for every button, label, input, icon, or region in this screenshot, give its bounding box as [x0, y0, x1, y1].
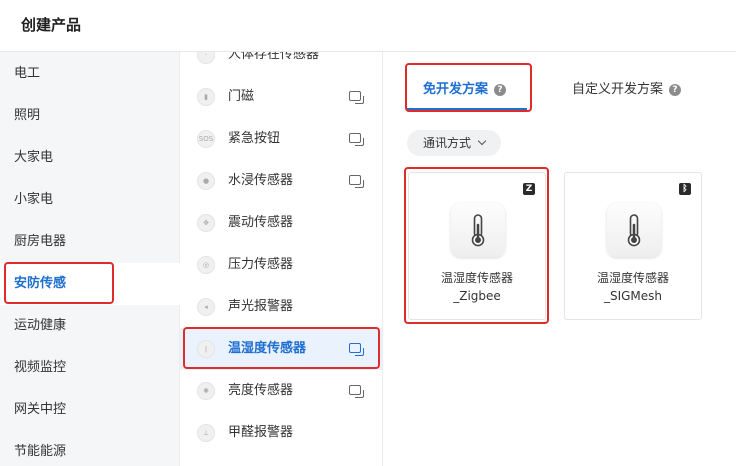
product-card-sigmesh[interactable]: ᛒ 温湿度传感器 _SIGMesh: [564, 172, 702, 320]
product-name-line2: _Zigbee: [453, 289, 501, 303]
page-title: 创建产品: [21, 16, 82, 34]
tab-custom-solution[interactable]: 自定义开发方案?: [572, 78, 682, 97]
subcategory-label: 水浸传感器: [228, 173, 294, 188]
sun-icon: ✺: [197, 382, 215, 400]
filter-label: 通讯方式: [423, 136, 472, 150]
subcategory-item-emergency-button[interactable]: SOS 紧急按钮: [180, 118, 382, 160]
pressure-gauge-icon: ◎: [197, 256, 215, 274]
help-icon[interactable]: ?: [669, 84, 682, 96]
sos-icon: SOS: [197, 130, 215, 148]
tab-no-code-solution[interactable]: 免开发方案?: [423, 78, 507, 97]
subcategory-item-water-leak-sensor[interactable]: ● 水浸传感器: [180, 160, 382, 202]
subcategory-label: 紧急按钮: [228, 131, 281, 146]
category-label: 运动健康: [14, 318, 67, 333]
category-label: 电工: [14, 66, 41, 81]
subcategory-label: 人体存在传感器: [228, 52, 320, 62]
thermometer-icon: [607, 203, 661, 257]
product-card-zigbee[interactable]: Z 温湿度传感器 _Zigbee: [408, 172, 546, 320]
category-sidebar: 电工 照明 大家电 小家电 厨房电器 安防传感 运动健康 视频监控 网关中控 节…: [0, 52, 180, 466]
product-name-line1: 温湿度传感器: [440, 271, 513, 285]
chat-icon[interactable]: [349, 175, 364, 188]
help-icon[interactable]: ?: [494, 84, 507, 96]
subcategory-label: 声光报警器: [228, 299, 294, 314]
category-item-sports-health[interactable]: 运动健康: [0, 305, 180, 347]
subcategory-label: 亮度传感器: [228, 383, 294, 398]
category-label: 厨房电器: [14, 234, 67, 249]
category-item-gateway[interactable]: 网关中控: [0, 389, 180, 431]
category-item-large-appliance[interactable]: 大家电: [0, 137, 180, 179]
bluetooth-icon: ᛒ: [679, 183, 691, 195]
product-name: 温湿度传感器 _SIGMesh: [565, 269, 701, 305]
solution-panel: 免开发方案? 自定义开发方案? 通讯方式 Z 温湿度传感器 _Zigbee ᛒ …: [383, 52, 736, 466]
category-label: 大家电: [14, 150, 54, 165]
product-name-line2: _SIGMesh: [603, 289, 663, 303]
category-item-lighting[interactable]: 照明: [0, 95, 180, 137]
sensor-icon: ·: [197, 52, 215, 64]
category-label: 小家电: [14, 192, 54, 207]
subcategory-label: 压力传感器: [228, 257, 294, 272]
water-drop-icon: ●: [197, 172, 215, 190]
chat-icon[interactable]: [349, 385, 364, 398]
formaldehyde-icon: ⟂: [197, 424, 215, 442]
subcategory-item-brightness-sensor[interactable]: ✺ 亮度传感器: [180, 370, 382, 412]
category-label: 网关中控: [14, 402, 67, 417]
subcategory-item-sound-light-alarm[interactable]: ◂ 声光报警器: [180, 286, 382, 328]
category-item-electrician[interactable]: 电工: [0, 53, 180, 95]
category-item-video-surveillance[interactable]: 视频监控: [0, 347, 180, 389]
create-product-page: 创建产品 电工 照明 大家电 小家电 厨房电器 安防传感 运动健康 视频监控 网…: [0, 0, 736, 466]
product-name-line1: 温湿度传感器: [596, 271, 669, 285]
thermometer-icon: [451, 203, 505, 257]
subcategory-item-vibration-sensor[interactable]: ✥ 震动传感器: [180, 202, 382, 244]
subcategory-label: 门磁: [228, 89, 255, 104]
subcategory-item-formaldehyde-alarm[interactable]: ⟂ 甲醛报警器: [180, 412, 382, 454]
subcategory-label: 温湿度传感器: [228, 341, 307, 356]
chat-icon[interactable]: [349, 91, 364, 104]
page-header: 创建产品: [0, 0, 736, 52]
category-item-kitchen[interactable]: 厨房电器: [0, 221, 180, 263]
subcategory-label: 震动传感器: [228, 215, 294, 230]
tab-label: 免开发方案: [423, 82, 489, 97]
chat-icon[interactable]: [349, 133, 364, 146]
subcategory-item-door-sensor[interactable]: ▮ 门磁: [180, 76, 382, 118]
active-tab-indicator: [407, 108, 527, 110]
category-item-energy[interactable]: 节能能源: [0, 431, 180, 466]
subcategory-item-pressure-sensor[interactable]: ◎ 压力传感器: [180, 244, 382, 286]
subcategory-item-temp-humidity-sensor[interactable]: ǀ 温湿度传感器: [180, 328, 382, 370]
category-label: 节能能源: [14, 444, 67, 459]
category-label: 视频监控: [14, 360, 67, 375]
communication-filter-dropdown[interactable]: 通讯方式: [407, 130, 502, 156]
subcategory-label: 甲醛报警器: [228, 425, 294, 440]
subcategory-list: · 人体存在传感器 ▮ 门磁 SOS 紧急按钮 ● 水浸传感器 ✥ 震动传感器 …: [180, 52, 383, 466]
vibration-icon: ✥: [197, 214, 215, 232]
subcategory-item-presence-sensor[interactable]: · 人体存在传感器: [180, 52, 382, 76]
category-label: 安防传感: [14, 276, 67, 291]
door-sensor-icon: ▮: [197, 88, 215, 106]
category-label: 照明: [14, 108, 41, 123]
zigbee-icon: Z: [523, 183, 535, 195]
speaker-icon: ◂: [197, 298, 215, 316]
category-item-security-sensors[interactable]: 安防传感: [0, 263, 180, 305]
thermometer-icon: ǀ: [197, 340, 215, 358]
product-name: 温湿度传感器 _Zigbee: [409, 269, 545, 305]
chevron-down-icon: [477, 136, 487, 146]
tab-label: 自定义开发方案: [572, 82, 664, 97]
category-item-small-appliance[interactable]: 小家电: [0, 179, 180, 221]
chat-icon[interactable]: [349, 343, 364, 356]
